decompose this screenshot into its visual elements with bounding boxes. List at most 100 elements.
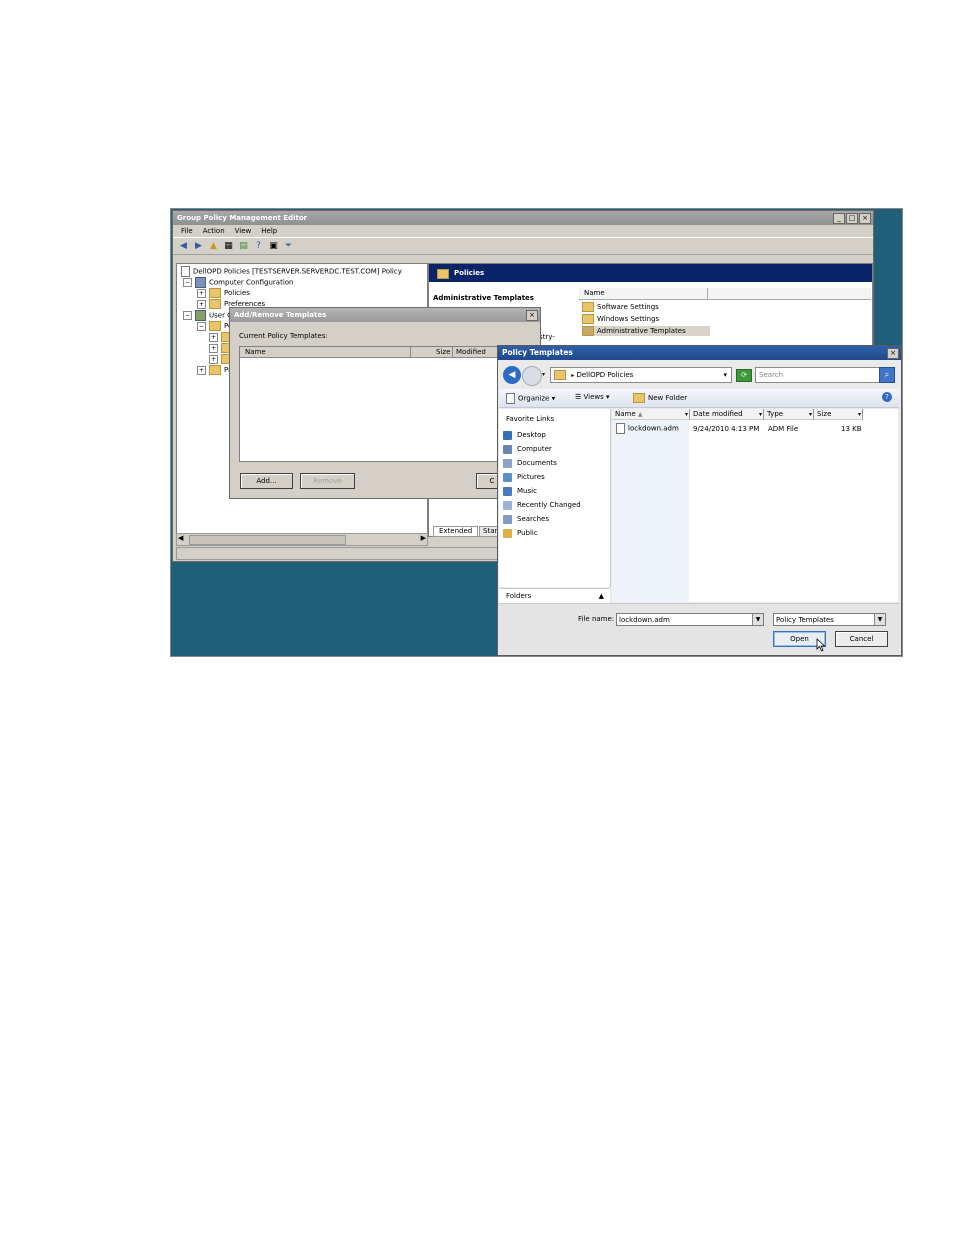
address-dropdown-icon[interactable]: ▾ [723, 368, 727, 382]
list-item[interactable]: Windows Settings [582, 314, 659, 324]
minimize-button[interactable]: _ [833, 213, 845, 224]
collapse-icon[interactable]: − [197, 321, 206, 331]
file-row[interactable]: lockdown.adm [616, 423, 679, 434]
column-type[interactable]: Type ▾ [764, 409, 814, 420]
policy-templates-title: Policy Templates [502, 348, 573, 357]
folders-toggle[interactable]: Folders ▲ [499, 588, 610, 603]
folder-icon [582, 302, 594, 312]
admin-templates-heading: Administrative Templates [433, 294, 534, 302]
organize-button[interactable]: Organize ▾ [506, 393, 555, 404]
column-size[interactable]: Size [436, 348, 450, 356]
tree-horizontal-scrollbar[interactable]: ◀ ▶ [176, 533, 428, 546]
scroll-right-icon[interactable]: ▶ [421, 534, 426, 542]
export-list-icon[interactable]: ▤ [238, 241, 249, 252]
gpme-titlebar[interactable]: Group Policy Management Editor _ □ × [173, 211, 873, 225]
policy-templates-titlebar[interactable]: Policy Templates × [498, 346, 901, 360]
list-header[interactable]: Name [579, 288, 871, 300]
nav-recently-changed[interactable]: Recently Changed [503, 499, 581, 512]
current-templates-label: Current Policy Templates: [239, 332, 328, 340]
collapse-icon[interactable]: − [183, 278, 192, 287]
add-button[interactable]: Add... [240, 473, 293, 489]
list-item-selected[interactable]: Administrative Templates [582, 326, 710, 336]
column-date-modified[interactable]: Date modified ▾ [690, 409, 764, 420]
menu-action[interactable]: Action [203, 225, 225, 237]
scroll-left-icon[interactable]: ◀ [178, 534, 183, 542]
tab-extended[interactable]: Extended [433, 526, 479, 537]
properties-icon[interactable]: ▣ [268, 241, 279, 252]
add-remove-templates-dialog: Add/Remove Templates × Current Policy Te… [229, 307, 541, 499]
search-icon[interactable]: ⌕ [879, 367, 895, 383]
tree-root[interactable]: DellOPD Policies [TESTSERVER.SERVERDC.TE… [181, 266, 402, 277]
column-name[interactable]: Name ▲ ▾ [612, 409, 690, 420]
file-list[interactable]: Name ▲ ▾ Date modified ▾ Type ▾ Size ▾ lockd… [612, 409, 898, 602]
folder-icon [554, 370, 566, 380]
close-button[interactable]: × [526, 310, 538, 321]
help-icon[interactable]: ? [253, 241, 264, 252]
organize-icon [506, 393, 515, 404]
close-button[interactable]: × [859, 213, 871, 224]
refresh-icon[interactable]: ⟳ [736, 369, 752, 382]
forward-icon[interactable]: ▶ [193, 241, 204, 252]
search-input[interactable]: Search [755, 367, 880, 383]
list-item[interactable]: Software Settings [582, 302, 659, 312]
column-name[interactable]: Name [245, 348, 266, 356]
folder-icon [209, 365, 221, 375]
nav-public[interactable]: Public [503, 527, 538, 540]
menu-file[interactable]: File [181, 225, 193, 237]
folder-icon [582, 326, 594, 336]
menu-help[interactable]: Help [261, 225, 277, 237]
nav-searches[interactable]: Searches [503, 513, 549, 526]
cancel-button[interactable]: Cancel [835, 631, 888, 647]
back-icon[interactable]: ◀ [503, 366, 521, 384]
tree-user-config[interactable]: − User C [183, 310, 232, 321]
add-remove-titlebar[interactable]: Add/Remove Templates × [230, 308, 540, 322]
file-date: 9/24/2010 4:13 PM [693, 425, 760, 433]
pictures-icon [503, 472, 512, 482]
file-type-filter[interactable]: Policy Templates ▼ [773, 613, 886, 626]
chevron-up-icon[interactable]: ▲ [599, 589, 604, 603]
show-hide-tree-icon[interactable]: ▦ [223, 241, 234, 252]
column-modified[interactable]: Modified [456, 348, 486, 356]
file-name-input[interactable]: lockdown.adm ▼ [616, 613, 764, 626]
filter-icon[interactable]: ⏷ [283, 241, 294, 252]
menu-view[interactable]: View [235, 225, 252, 237]
address-bar[interactable]: ▸ DellOPD Policies ▾ [550, 367, 732, 383]
nav-documents[interactable]: Documents [503, 457, 557, 470]
file-name: lockdown.adm [628, 424, 679, 433]
expand-icon[interactable]: + [209, 343, 218, 353]
details-header: Policies [429, 264, 872, 282]
recent-pages-icon[interactable]: ▾ [542, 371, 545, 378]
remove-button[interactable]: Remove [300, 473, 355, 489]
expand-icon[interactable]: + [209, 332, 218, 342]
views-button[interactable]: ☰ Views ▾ [575, 393, 610, 401]
nav-computer[interactable]: Computer [503, 443, 552, 456]
new-folder-button[interactable]: New Folder [633, 393, 687, 403]
help-icon[interactable]: ? [882, 392, 892, 402]
file-type: ADM File [768, 425, 799, 433]
scroll-thumb[interactable] [189, 535, 346, 545]
close-button[interactable]: × [887, 348, 899, 359]
up-folder-icon[interactable]: ▲ [208, 241, 219, 252]
nav-pictures[interactable]: Pictures [503, 471, 545, 484]
chevron-down-icon[interactable]: ▼ [874, 614, 885, 625]
column-name[interactable]: Name [584, 289, 605, 297]
command-bar: Organize ▾ ☰ Views ▾ New Folder ? [499, 389, 899, 408]
expand-icon[interactable]: + [197, 288, 206, 298]
forward-icon[interactable] [522, 366, 542, 386]
nav-music[interactable]: Music [503, 485, 537, 498]
collapse-icon[interactable]: − [183, 311, 192, 320]
expand-icon[interactable]: + [197, 299, 206, 309]
expand-icon[interactable]: + [197, 365, 206, 375]
templates-list[interactable]: Name Size Modified [239, 346, 541, 462]
back-icon[interactable]: ◀ [178, 241, 189, 252]
expand-icon[interactable]: + [209, 354, 218, 364]
tree-computer-config[interactable]: − Computer Configuration [183, 277, 294, 288]
tree-policies[interactable]: + Policies [197, 288, 250, 299]
maximize-button[interactable]: □ [846, 213, 858, 224]
nav-desktop[interactable]: Desktop [503, 429, 546, 442]
policy-templates-dialog: Policy Templates × ◀ ▾ ▸ DellOPD Policie… [497, 345, 902, 656]
folder-icon [437, 269, 449, 279]
column-size[interactable]: Size ▾ [814, 409, 863, 420]
chevron-down-icon[interactable]: ▼ [752, 614, 763, 625]
add-remove-title: Add/Remove Templates [234, 311, 327, 319]
